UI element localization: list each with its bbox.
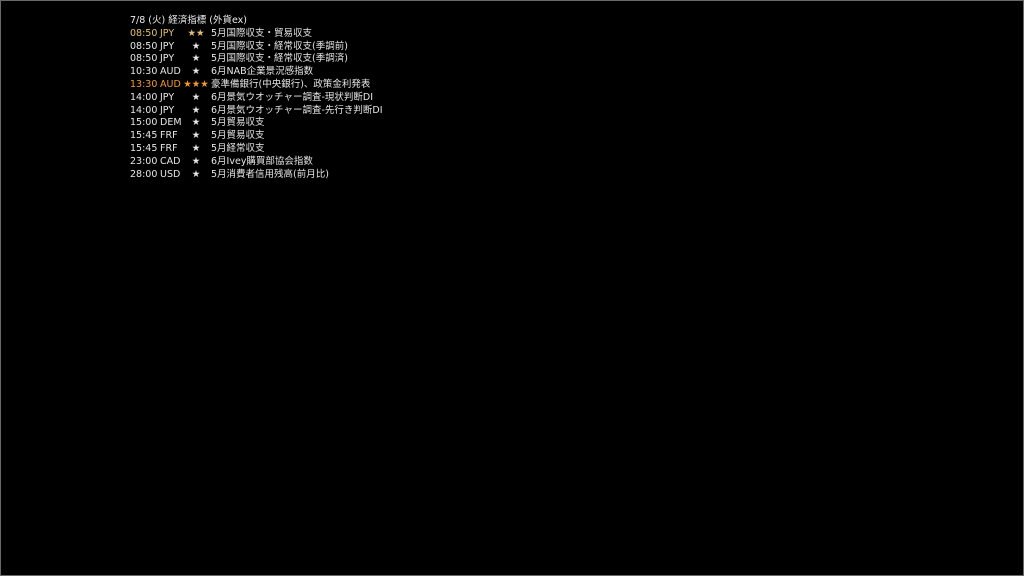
event-time: 15:00 (130, 117, 158, 129)
event-time: 13:30 (130, 78, 158, 90)
importance-stars: ★ (191, 53, 201, 65)
event-currency: JPY (160, 91, 175, 103)
event-currency: AUD (160, 78, 181, 90)
importance-stars: ★ (191, 117, 201, 129)
event-time: 08:50 (130, 40, 158, 52)
event-list: 08:50 JPY ★★ 5月国際収支・貿易収支 08:50 JPY ★ 5月国際収支・経常収… (130, 28, 383, 182)
event-name: 6月景気ウオッチャー調査-先行き判断DI (211, 104, 383, 116)
event-time: 10:30 (130, 66, 158, 78)
event-time: 23:00 (130, 155, 158, 167)
event-name: 5月消費者信用残高(前月比) (211, 168, 329, 180)
event-time: 28:00 (130, 168, 158, 180)
event-time: 14:00 (130, 91, 158, 103)
event-row: 08:50 JPY ★ 5月国際収支・経常収支(季調前) (130, 41, 383, 54)
event-name: 5月国際収支・経常収支(季調前) (211, 40, 348, 52)
event-currency: AUD (160, 66, 181, 78)
importance-stars: ★ (191, 142, 201, 154)
event-row: 28:00 USD ★ 5月消費者信用残高(前月比) (130, 169, 383, 182)
event-currency: CAD (160, 155, 181, 167)
event-currency: JPY (160, 53, 175, 65)
event-name: 5月貿易収支 (211, 117, 265, 129)
event-name: 5月国際収支・貿易収支 (211, 27, 313, 39)
event-row: 13:30 AUD ★★★ 豪準備銀行(中央銀行)、政策金利発表 (130, 79, 383, 92)
event-name: 5月貿易収支 (211, 130, 265, 142)
event-time: 08:50 (130, 53, 158, 65)
importance-stars: ★ (191, 155, 201, 167)
event-time: 15:45 (130, 142, 158, 154)
event-time: 08:50 (130, 27, 158, 39)
event-currency: DEM (160, 117, 182, 129)
event-row: 15:45 FRF ★ 5月貿易収支 (130, 130, 383, 143)
screen-frame: 7/8 (火) 経済指標 (外貨ex) 08:50 JPY ★★ 5月国際収支・貿易収… (0, 0, 1024, 576)
event-row: 23:00 CAD ★ 6月Ivey購買部協会指数 (130, 156, 383, 169)
event-name: 5月経常収支 (211, 142, 265, 154)
importance-stars: ★ (191, 66, 201, 78)
event-name: 5月国際収支・経常収支(季調済) (211, 53, 348, 65)
event-row: 10:30 AUD ★ 6月NAB企業景況感指数 (130, 66, 383, 79)
calendar-title: 7/8 (火) 経済指標 (外貨ex) (130, 15, 247, 26)
event-name: 6月NAB企業景況感指数 (211, 66, 314, 78)
event-name: 6月景気ウオッチャー調査-現状判断DI (211, 91, 373, 103)
event-row: 08:50 JPY ★ 5月国際収支・経常収支(季調済) (130, 53, 383, 66)
economic-calendar-panel: 7/8 (火) 経済指標 (外貨ex) 08:50 JPY ★★ 5月国際収支・貿易収… (130, 15, 383, 181)
event-name: 豪準備銀行(中央銀行)、政策金利発表 (211, 78, 371, 90)
importance-stars: ★★★ (183, 78, 209, 90)
event-currency: USD (160, 168, 181, 180)
importance-stars: ★ (191, 104, 201, 116)
event-currency: JPY (160, 40, 175, 52)
event-time: 15:45 (130, 130, 158, 142)
importance-stars: ★★ (187, 27, 205, 39)
event-currency: FRF (160, 142, 178, 154)
event-row: 08:50 JPY ★★ 5月国際収支・貿易収支 (130, 28, 383, 41)
event-currency: FRF (160, 130, 178, 142)
event-name: 6月Ivey購買部協会指数 (211, 155, 313, 167)
event-time: 14:00 (130, 104, 158, 116)
importance-stars: ★ (191, 168, 201, 180)
event-row: 15:45 FRF ★ 5月経常収支 (130, 143, 383, 156)
event-row: 14:00 JPY ★ 6月景気ウオッチャー調査-現状判断DI (130, 92, 383, 105)
importance-stars: ★ (191, 91, 201, 103)
event-row: 14:00 JPY ★ 6月景気ウオッチャー調査-先行き判断DI (130, 105, 383, 118)
importance-stars: ★ (191, 40, 201, 52)
importance-stars: ★ (191, 130, 201, 142)
event-currency: JPY (160, 104, 175, 116)
event-row: 15:00 DEM ★ 5月貿易収支 (130, 117, 383, 130)
event-currency: JPY (160, 27, 175, 39)
